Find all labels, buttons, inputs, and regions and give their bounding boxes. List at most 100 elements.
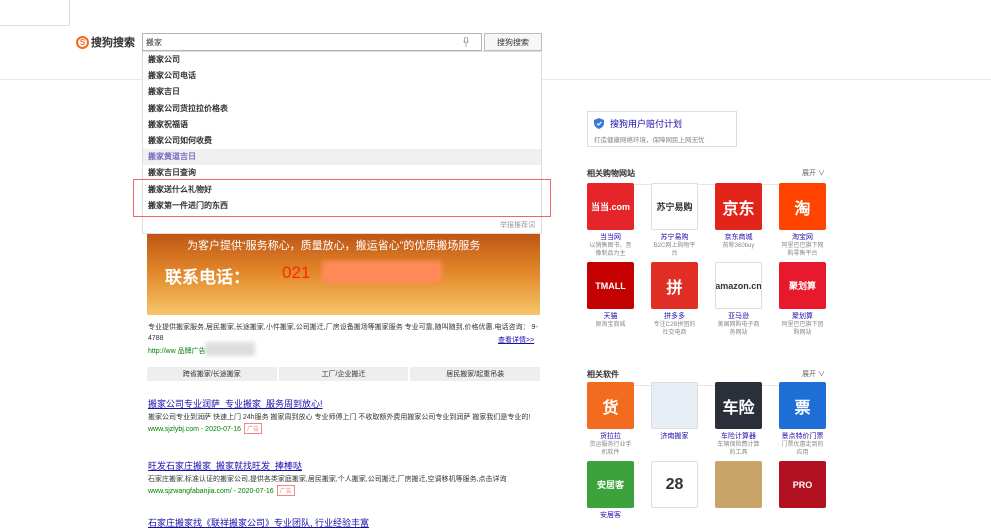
result-title[interactable]: 搬家公司专业润萨_专业搬家_服务周到放心! [148,399,323,409]
shopping-grid: 当当.com 当当网 以销售图书、音像制品为主 苏宁易购 苏宁易购 B2C网上购物平台 京东… [587,183,826,337]
app-tile[interactable]: 济南搬家 [651,382,698,457]
app-tile[interactable]: 拼拼多多 专注C2B拼团的社交电商 [651,262,698,337]
app-description: 车辆保险费计算的工具 [717,442,760,456]
app-name[interactable]: 淘宝网 [779,232,826,242]
banner-redaction [322,261,442,283]
software-grid: 货货拉拉 货运服务行业手机软件 济南搬家 车险 车险计算器 车辆保险费计算的工具票景点特价… [587,382,826,520]
ad-tag: 广告 [276,485,295,496]
search-button[interactable]: 搜狗搜索 [484,33,542,51]
banner-slogan: 为客户提供“服务称心，质量放心，搬运省心”的优质搬场服务 [187,240,481,252]
app-logo-icon[interactable]: 安居客 [587,461,634,508]
ad-banner[interactable]: 为客户提供“服务称心，质量放心，搬运省心”的优质搬场服务 联系电话： 021 [147,225,540,315]
app-tile[interactable]: amazon.cn 亚马逊 美国网购电子商务网站 [715,262,762,337]
app-logo-icon[interactable]: 28 [651,461,698,508]
app-tile[interactable]: 苏宁易购 苏宁易购 B2C网上购物平台 [651,183,698,258]
ad-detail-link[interactable]: 查看详情>> [498,335,534,345]
plan-title[interactable]: 搜狗用户赔付计划 [610,117,682,130]
ad-description: 专业提供搬家服务,居民搬家,长途搬家,小件搬家,公司搬迁,厂房设备搬场等搬家服务… [148,324,538,342]
app-name[interactable]: 聚划算 [779,311,826,321]
app-logo-icon[interactable]: 拼 [651,262,698,309]
app-name[interactable]: 天猫 [587,311,634,321]
app-logo-icon[interactable]: 聚划算 [779,262,826,309]
app-tile[interactable]: 聚划算 聚划算 阿里巴巴旗下团购网站 [779,262,826,337]
app-description: 阿里巴巴旗下网购零售平台 [781,243,824,257]
app-tile[interactable]: 淘淘宝网 阿里巴巴旗下网购零售平台 [779,183,826,258]
ad-sitelinks: 跨省搬家/长途搬家 工厂/企业搬迁 居民搬家/起重吊装 [147,367,541,381]
suggestion-item[interactable]: 搬家公司 [143,52,541,68]
app-description: 门票优惠走到的应用 [781,442,824,456]
suggestion-item[interactable]: 搬家公司电话 [143,68,541,84]
app-name[interactable]: 车险计算器 [715,431,762,441]
app-logo-icon[interactable]: PRO [779,461,826,508]
compensation-plan-card[interactable]: 搜狗用户赔付计划 打造健康网络环境，保障网民上网无忧 [587,111,737,147]
app-name[interactable]: 当当网 [587,232,634,242]
result-title[interactable]: 旺发石家庄搬家_搬家就找旺发_捧棒哒 [148,461,302,471]
sogou-logo[interactable]: S 搜狗搜索 [76,35,135,49]
app-name[interactable]: 货拉拉 [587,431,634,441]
suggestion-item-hovered[interactable]: 搬家黄道吉日 [143,149,541,166]
app-tile[interactable]: 票景点特价门票 门票优惠走到的应用 [779,382,826,457]
app-name[interactable]: 安居客 [587,510,634,520]
microphone-icon[interactable] [463,37,469,47]
ad-sitelink[interactable]: 工厂/企业搬迁 [278,367,409,381]
result-url-text: www.sjzwangfabanjia.com/ - 2020-07-16 [148,488,274,495]
ad-sitelink[interactable]: 居民搬家/起重吊装 [410,367,541,381]
app-description: 前称360buy [722,243,755,249]
app-logo-icon[interactable]: TMALL [587,262,634,309]
search-box[interactable] [142,33,482,51]
app-logo-icon[interactable]: 货 [587,382,634,429]
banner-phone-label: 联系电话： [165,268,250,287]
app-logo-icon[interactable]: 车险 [715,382,762,429]
shield-icon [594,118,604,129]
search-input[interactable] [146,36,446,49]
app-tile[interactable]: 货货拉拉 货运服务行业手机软件 [587,382,634,457]
banner-phone: 021 [282,263,311,282]
app-logo-icon[interactable]: 票 [779,382,826,429]
plan-subtitle: 打造健康网络环境，保障网民上网无忧 [594,137,705,144]
app-tile[interactable]: 京东京东商城 前称360buy [715,183,762,258]
app-logo-icon[interactable] [651,382,698,429]
app-description: 阿里巴巴旗下团购网站 [781,322,824,336]
app-tile[interactable]: 安居客 安居客 [587,461,634,520]
logo-text: 搜狗搜索 [91,37,135,49]
app-name[interactable]: 景点特价门票 [779,431,826,441]
app-description: 专注C2B拼团的社交电商 [653,322,696,336]
app-tile[interactable]: TMALL 天猫 原淘宝商城 [587,262,634,337]
app-description: 原淘宝商城 [595,322,626,328]
app-logo-icon[interactable]: 淘 [779,183,826,230]
app-tile[interactable]: 车险车险计算器 车辆保险费计算的工具 [715,382,762,457]
app-logo-icon[interactable]: 苏宁易购 [651,183,698,230]
result-snippet: 石家庄搬家,标准认证的搬家公司,提供各类家庭搬家,居民搬家,个人搬家,公司搬迁,… [148,476,507,483]
suggestion-item[interactable]: 搬家公司如何收费 [143,133,541,149]
app-tile[interactable]: PRO [779,461,826,520]
search-result: 石家庄搬家找《联祥搬家公司》专业团队, 行业经验丰富 [148,516,548,529]
app-name[interactable]: 济南搬家 [651,431,698,441]
app-name[interactable]: 拼多多 [651,311,698,321]
ad-sitelink[interactable]: 跨省搬家/长途搬家 [147,367,277,381]
app-logo-icon[interactable] [715,461,762,508]
section-title: 相关软件 [587,370,619,379]
suggestion-item[interactable]: 搬家祝福语 [143,117,541,133]
result-title[interactable]: 石家庄搬家找《联祥搬家公司》专业团队, 行业经验丰富 [148,518,369,528]
app-tile[interactable]: 当当.com 当当网 以销售图书、音像制品为主 [587,183,634,258]
app-logo-icon[interactable]: 当当.com [587,183,634,230]
report-suggestion-link[interactable]: 举报推荐词 [500,220,535,230]
expand-link[interactable]: 展开 ∨ [802,369,825,379]
app-logo-icon[interactable]: 京东 [715,183,762,230]
app-name[interactable]: 苏宁易购 [651,232,698,242]
browser-tab-stub [0,0,70,26]
app-description: B2C网上购物平台 [653,243,696,257]
suggestion-item[interactable]: 搬家吉日 [143,84,541,100]
search-result: 搬家公司专业润萨_专业搬家_服务周到放心! 搬家公司专业到润萨 快速上门 24h… [148,397,548,434]
app-description: 美国网购电子商务网站 [717,322,760,336]
section-title: 相关购物网站 [587,169,635,178]
app-logo-icon[interactable]: amazon.cn [715,262,762,309]
app-name[interactable]: 亚马逊 [715,311,762,321]
search-result: 旺发石家庄搬家_搬家就找旺发_捧棒哒 石家庄搬家,标准认证的搬家公司,提供各类家… [148,459,548,496]
expand-link[interactable]: 展开 ∨ [802,168,825,178]
suggestion-item[interactable]: 搬家公司货拉拉价格表 [143,101,541,117]
app-tile[interactable]: 28 [651,461,698,520]
app-tile[interactable] [715,461,762,520]
result-url: www.sjzlybj.com - 2020-07-16 广告 [148,423,548,434]
app-name[interactable]: 京东商城 [715,232,762,242]
